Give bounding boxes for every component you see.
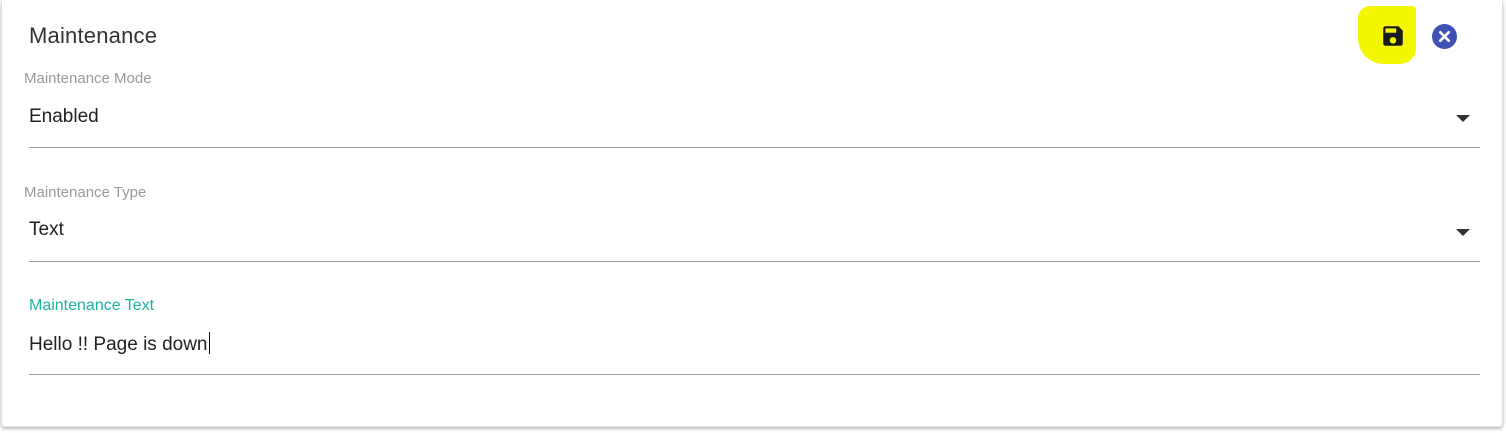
chevron-down-icon[interactable] [1456,115,1470,122]
maintenance-text-underline [29,374,1480,375]
maintenance-type-underline [29,261,1480,262]
maintenance-card: Maintenance Maintenance Mode Enabled Mai… [1,0,1503,427]
close-button[interactable] [1432,24,1457,49]
maintenance-text-label: Maintenance Text [29,297,155,314]
maintenance-type-label: Maintenance Type [24,184,147,201]
save-button[interactable] [1380,23,1406,49]
text-caret [208,332,210,354]
save-icon [1383,26,1403,46]
page-title: Maintenance [29,23,158,48]
maintenance-text-value: Hello !! Page is down [29,334,208,355]
close-circle-icon [1432,24,1457,49]
maintenance-mode-value: Enabled [29,106,99,127]
maintenance-text-input[interactable]: Hello !! Page is down [29,332,210,356]
maintenance-mode-label: Maintenance Mode [24,70,152,87]
maintenance-mode-underline [29,147,1480,148]
chevron-down-icon[interactable] [1456,229,1470,236]
maintenance-type-value: Text [29,219,64,240]
action-bar [1358,6,1468,64]
maintenance-text-field[interactable]: Maintenance Text Hello !! Page is down [29,296,1480,378]
maintenance-type-select[interactable]: Maintenance Type Text [24,182,1480,264]
maintenance-mode-select[interactable]: Maintenance Mode Enabled [24,68,1480,150]
